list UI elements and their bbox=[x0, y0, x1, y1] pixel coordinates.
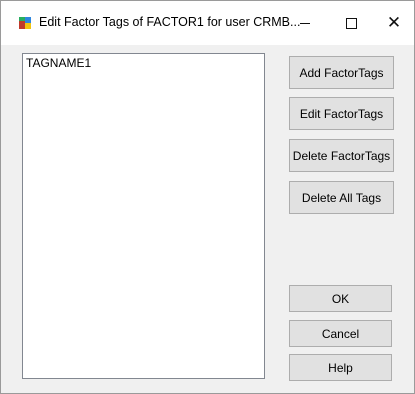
maximize-icon bbox=[345, 17, 357, 29]
window-title: Edit Factor Tags of FACTOR1 for user CRM… bbox=[39, 15, 301, 29]
dialog-body: TAGNAME1 Add FactorTags Edit FactorTags … bbox=[1, 45, 414, 393]
delete-all-tags-button[interactable]: Delete All Tags bbox=[289, 181, 394, 214]
factor-tags-list[interactable]: TAGNAME1 bbox=[22, 53, 265, 379]
close-button[interactable]: ✕ bbox=[374, 1, 414, 45]
add-factor-tags-button[interactable]: Add FactorTags bbox=[289, 56, 394, 89]
delete-factor-tags-button[interactable]: Delete FactorTags bbox=[289, 139, 394, 172]
maximize-button[interactable] bbox=[328, 1, 374, 45]
edit-factor-tags-button[interactable]: Edit FactorTags bbox=[289, 97, 394, 130]
title-bar[interactable]: Edit Factor Tags of FACTOR1 for user CRM… bbox=[1, 1, 414, 45]
cancel-button[interactable]: Cancel bbox=[289, 320, 392, 347]
minimize-icon bbox=[300, 22, 310, 24]
close-icon: ✕ bbox=[386, 12, 402, 33]
help-button[interactable]: Help bbox=[289, 354, 392, 381]
minimize-button[interactable] bbox=[282, 1, 328, 45]
ok-button[interactable]: OK bbox=[289, 285, 392, 312]
edit-factor-tags-dialog: Edit Factor Tags of FACTOR1 for user CRM… bbox=[0, 0, 415, 394]
app-icon bbox=[18, 16, 32, 30]
list-item[interactable]: TAGNAME1 bbox=[26, 56, 261, 70]
